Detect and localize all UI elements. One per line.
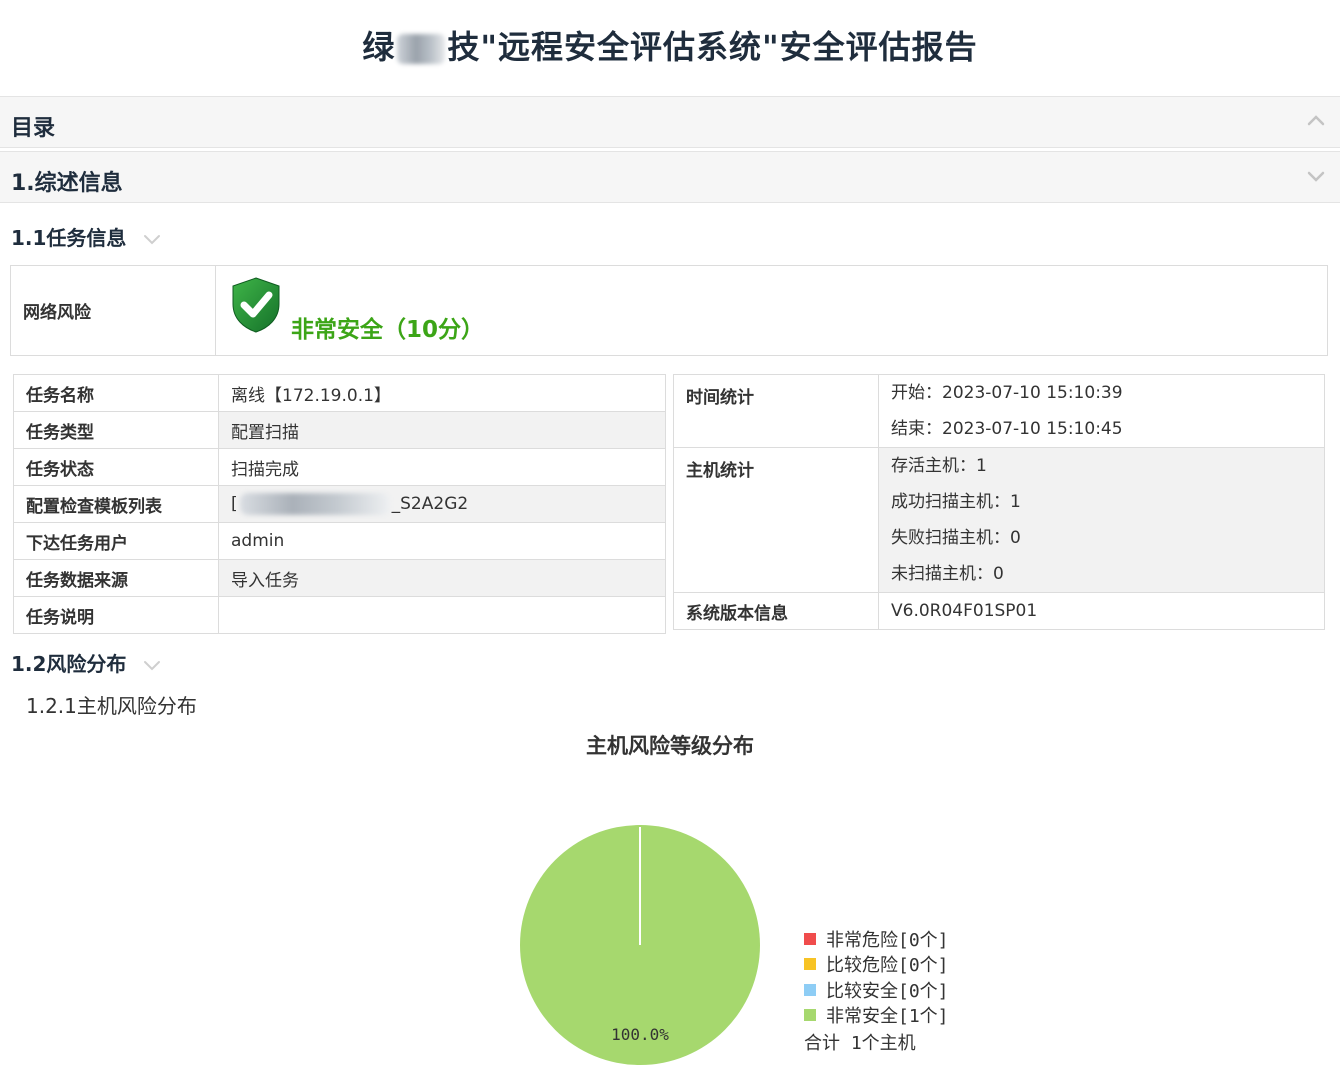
redacted-region	[397, 34, 446, 64]
network-risk-value-cell: 非常安全（10分）	[216, 266, 1327, 355]
template-list-value: [ _S2A2G2	[218, 485, 666, 523]
legend-swatch	[804, 958, 816, 971]
task-stats-table: 时间统计 开始：2023-07-10 15:10:39 结束：2023-07-1…	[673, 374, 1325, 630]
legend-item: 比较危险[0个]	[804, 952, 949, 978]
legend-swatch	[804, 1009, 816, 1022]
report-title-suffix: 技"远程安全评估系统"安全评估报告	[447, 28, 978, 66]
chevron-down-icon[interactable]	[1306, 166, 1326, 186]
time-stats-values: 开始：2023-07-10 15:10:39 结束：2023-07-10 15:…	[879, 375, 1324, 447]
risk-dist-heading-label: 1.2风险分布	[11, 652, 127, 676]
table-row: 任务状态 扫描完成	[13, 448, 666, 486]
task-type-value: 配置扫描	[218, 411, 666, 449]
table-row: 主机统计 存活主机：1 成功扫描主机：1 失败扫描主机：0 未扫描主机：0	[673, 447, 1325, 593]
host-success: 成功扫描主机：1	[879, 484, 1324, 520]
host-failed: 失败扫描主机：0	[879, 520, 1324, 556]
template-list-value-prefix: [	[231, 494, 238, 514]
chart-title: 主机风险等级分布	[586, 734, 754, 758]
task-status-label: 任务状态	[13, 448, 219, 486]
task-name-label: 任务名称	[13, 374, 219, 412]
task-name-value: 离线【172.19.0.1】	[218, 374, 666, 412]
task-desc-value	[218, 596, 666, 634]
chevron-down-icon[interactable]	[143, 659, 161, 673]
legend-label: 比较安全[0个]	[826, 980, 949, 1002]
table-row: 时间统计 开始：2023-07-10 15:10:39 结束：2023-07-1…	[673, 374, 1325, 448]
table-row: 系统版本信息 V6.0R04F01SP01	[673, 592, 1325, 630]
legend-item: 比较安全[0个]	[804, 977, 949, 1003]
host-unscanned: 未扫描主机：0	[879, 556, 1324, 592]
network-risk-score: 非常安全（10分）	[291, 317, 485, 343]
version-label: 系统版本信息	[673, 592, 879, 630]
table-row: 任务名称 离线【172.19.0.1】	[13, 374, 666, 412]
legend-item: 非常安全[1个]	[804, 1003, 949, 1029]
task-user-label: 下达任务用户	[13, 522, 219, 560]
section-toc-label: 目录	[11, 116, 56, 141]
network-risk-label: 网络风险	[11, 266, 216, 355]
host-alive: 存活主机：1	[879, 448, 1324, 484]
task-info-table: 任务名称 离线【172.19.0.1】 任务类型 配置扫描 任务状态 扫描完成 …	[13, 374, 666, 634]
legend-label: 非常安全[1个]	[826, 1006, 949, 1028]
time-start: 开始：2023-07-10 15:10:39	[891, 383, 1123, 403]
redacted-region	[239, 493, 390, 515]
legend-swatch	[804, 983, 816, 996]
table-row: 配置检查模板列表 [ _S2A2G2	[13, 485, 666, 523]
task-info-heading-label: 1.1任务信息	[11, 226, 127, 250]
version-value: V6.0R04F01SP01	[878, 592, 1325, 630]
host-stats-values: 存活主机：1 成功扫描主机：1 失败扫描主机：0 未扫描主机：0	[879, 448, 1324, 592]
host-stats-label: 主机统计	[673, 447, 879, 593]
template-list-label: 配置检查模板列表	[13, 485, 219, 523]
legend-label: 比较危险[0个]	[826, 955, 949, 977]
chevron-down-icon[interactable]	[143, 233, 161, 247]
template-list-value-suffix: _S2A2G2	[391, 494, 469, 514]
legend-item: 非常危险[0个]	[804, 926, 949, 952]
chevron-up-icon[interactable]	[1306, 111, 1326, 131]
pie-data-label: 100.0%	[611, 1025, 669, 1044]
report-title: 绿 技"远程安全评估系统"安全评估报告	[0, 22, 1340, 68]
legend-label: 非常危险[0个]	[826, 929, 949, 951]
task-user-value: admin	[218, 522, 666, 560]
chart-legend: 非常危险[0个] 比较危险[0个] 比较安全[0个] 非常安全[1个] 合计 1…	[804, 926, 949, 1055]
report-title-prefix: 绿	[362, 28, 396, 66]
risk-dist-heading[interactable]: 1.2风险分布	[11, 648, 161, 677]
time-end: 结束：2023-07-10 15:10:45	[891, 419, 1123, 439]
section-overview-label: 1.综述信息	[11, 171, 123, 196]
legend-swatch	[804, 932, 816, 945]
table-row: 下达任务用户 admin	[13, 522, 666, 560]
task-info-heading[interactable]: 1.1任务信息	[11, 222, 161, 251]
section-toc[interactable]: 目录	[0, 96, 1340, 148]
task-status-value: 扫描完成	[218, 448, 666, 486]
shield-check-icon	[232, 277, 280, 333]
table-row: 任务说明	[13, 596, 666, 634]
network-risk-box: 网络风险 非常安全（10分）	[10, 265, 1328, 356]
legend-total: 合计 1个主机	[804, 1033, 916, 1054]
host-risk-dist-subheading: 1.2.1主机风险分布	[26, 694, 197, 718]
risk-pie-chart: 100.0%	[520, 825, 760, 1065]
task-type-label: 任务类型	[13, 411, 219, 449]
table-row: 任务类型 配置扫描	[13, 411, 666, 449]
task-desc-label: 任务说明	[13, 596, 219, 634]
task-source-value: 导入任务	[218, 559, 666, 597]
time-stats-label: 时间统计	[673, 374, 879, 448]
table-row: 任务数据来源 导入任务	[13, 559, 666, 597]
section-overview[interactable]: 1.综述信息	[0, 151, 1340, 203]
task-source-label: 任务数据来源	[13, 559, 219, 597]
